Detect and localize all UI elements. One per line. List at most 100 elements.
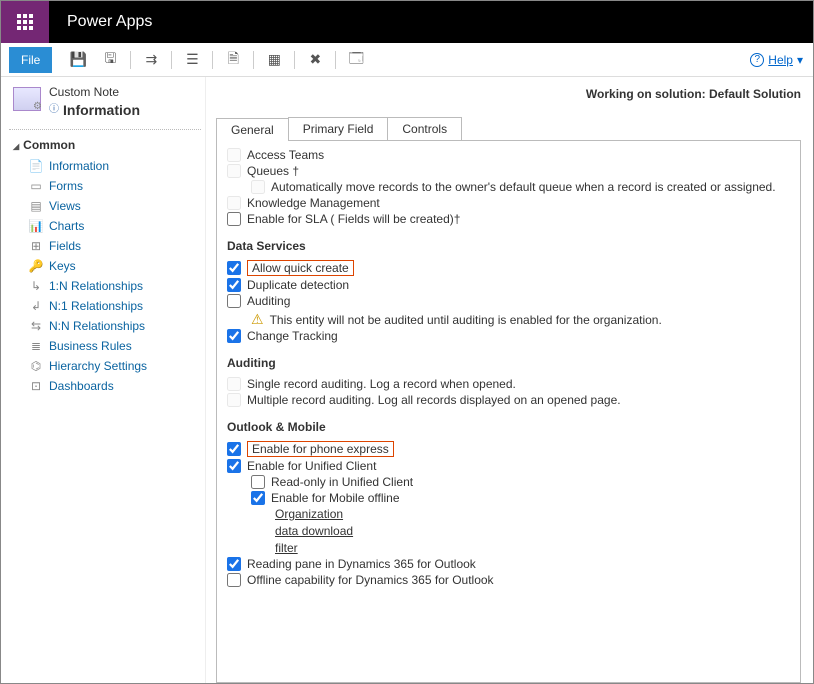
toolbar: File 💾 🖫 ⇉ ☰ 🗎 ▦ ✖ 🗔 ? Help ▾ [1, 43, 813, 77]
grid-icon[interactable]: ▦ [262, 48, 286, 72]
single-audit-label: Single record auditing. Log a record whe… [247, 377, 516, 391]
tree-item-business-rules[interactable]: ≣Business Rules [9, 336, 201, 356]
queues-label: Queues † [247, 164, 299, 178]
publish-icon[interactable]: ⇉ [139, 48, 163, 72]
phone-express-checkbox[interactable] [227, 442, 241, 456]
access-teams-checkbox[interactable] [227, 148, 241, 162]
data-download-link[interactable]: data download [275, 523, 790, 540]
warning-icon: ⚠ [251, 311, 264, 328]
tree-item-views[interactable]: ▤ Views [9, 196, 201, 216]
tree-item-fields[interactable]: ⊞Fields [9, 236, 201, 256]
org-link[interactable]: Organization [275, 506, 790, 523]
tree-item-1-n-relationships[interactable]: ↳ 1:N Relationships [9, 276, 201, 296]
sla-checkbox[interactable] [227, 212, 241, 226]
change-track-checkbox[interactable] [227, 329, 241, 343]
multi-audit-label: Multiple record auditing. Log all record… [247, 393, 621, 407]
section-auditing: Auditing [227, 356, 790, 370]
change-track-label: Change Tracking [247, 329, 338, 343]
save-icon[interactable]: 💾 [66, 48, 90, 72]
readonly-uc-label: Read-only in Unified Client [271, 475, 413, 489]
tree-item-n-1-relationships[interactable]: ↲ N:1 Relationships [9, 296, 201, 316]
tree-item-hierarchy-settings[interactable]: ⌬Hierarchy Settings [9, 356, 201, 376]
auditing-checkbox[interactable] [227, 294, 241, 308]
tree-item-label: Charts [49, 219, 84, 233]
tree-item-label: Views [49, 199, 81, 213]
km-checkbox[interactable] [227, 196, 241, 210]
app-title: Power Apps [67, 13, 152, 31]
save-close-icon[interactable]: 🖫 [98, 48, 122, 72]
phone-express-label: Enable for phone express [247, 441, 394, 457]
tree-item-label: 1:N Relationships [49, 279, 143, 293]
info-icon: ⓘ [49, 103, 59, 116]
tree-item-icon: ↲ [29, 299, 43, 313]
file-button[interactable]: File [9, 47, 52, 73]
tree-item-label: N:1 Relationships [49, 299, 143, 313]
separator [171, 51, 172, 69]
waffle-button[interactable] [1, 1, 49, 43]
tree-item-icon: ⇆ [29, 319, 43, 333]
tree-item-icon: 📊 [29, 219, 43, 233]
tree-item-label: Hierarchy Settings [49, 359, 147, 373]
tree-item-icon: ▭ [29, 179, 43, 193]
show-dep-icon[interactable]: ☰ [180, 48, 204, 72]
working-on-label: Working on solution: Default Solution [216, 87, 801, 101]
tree-item-label: Information [49, 159, 109, 173]
section-data-services: Data Services [227, 239, 790, 253]
tab-primary-field[interactable]: Primary Field [288, 117, 389, 140]
tree-item-icon: 📄 [29, 159, 43, 173]
reading-pane-label: Reading pane in Dynamics 365 for Outlook [247, 557, 476, 571]
queues-checkbox[interactable] [227, 164, 241, 178]
separator [253, 51, 254, 69]
unified-client-label: Enable for Unified Client [247, 459, 376, 473]
tab-controls[interactable]: Controls [387, 117, 462, 140]
entity-subtitle: Information [63, 101, 140, 119]
readonly-uc-checkbox[interactable] [251, 475, 265, 489]
km-label: Knowledge Management [247, 196, 380, 210]
update-icons-icon[interactable]: 🗔 [344, 48, 368, 72]
tree-item-keys[interactable]: 🔑Keys [9, 256, 201, 276]
separator [335, 51, 336, 69]
separator [294, 51, 295, 69]
tree-item-dashboards[interactable]: ⊡Dashboards [9, 376, 201, 396]
quick-create-checkbox[interactable] [227, 261, 241, 275]
single-audit-checkbox[interactable] [227, 377, 241, 391]
entity-icon [13, 87, 41, 111]
offline-cap-checkbox[interactable] [227, 573, 241, 587]
tree-item-label: Business Rules [49, 339, 132, 353]
entity-header: Custom Note ⓘ Information [9, 85, 201, 119]
tree-item-icon: ↳ [29, 279, 43, 293]
tree-item-forms[interactable]: ▭Forms [9, 176, 201, 196]
right-panel: Working on solution: Default Solution Ge… [205, 77, 813, 683]
audit-warning: ⚠This entity will not be audited until a… [227, 311, 790, 328]
mobile-offline-checkbox[interactable] [251, 491, 265, 505]
tab-general[interactable]: General [216, 118, 289, 141]
chevron-down-icon: ▾ [797, 53, 803, 67]
app-header: Power Apps [1, 1, 813, 43]
mobile-offline-label: Enable for Mobile offline [271, 491, 400, 505]
dup-label: Duplicate detection [247, 278, 349, 292]
sla-label: Enable for SLA ( Fields will be created)… [247, 212, 460, 226]
managed-props-icon[interactable]: 🗎 [221, 48, 245, 72]
unified-client-checkbox[interactable] [227, 459, 241, 473]
multi-audit-checkbox[interactable] [227, 393, 241, 407]
help-link[interactable]: ? Help ▾ [750, 53, 803, 67]
tree-item-n-n-relationships[interactable]: ⇆N:N Relationships [9, 316, 201, 336]
queues-auto-label: Automatically move records to the owner'… [271, 180, 776, 194]
reading-pane-checkbox[interactable] [227, 557, 241, 571]
tree-item-charts[interactable]: 📊 Charts [9, 216, 201, 236]
tree-item-icon: ▤ [29, 199, 43, 213]
tree-item-icon: ⊞ [29, 239, 43, 253]
tab-body: Access Teams Queues † Automatically move… [216, 141, 801, 683]
waffle-icon [17, 14, 33, 30]
separator [130, 51, 131, 69]
dup-checkbox[interactable] [227, 278, 241, 292]
delete-icon[interactable]: ✖ [303, 48, 327, 72]
help-icon: ? [750, 53, 764, 67]
queues-auto-checkbox[interactable] [251, 180, 265, 194]
tree-item-information[interactable]: 📄 Information [9, 156, 201, 176]
filter-link[interactable]: filter [275, 540, 790, 557]
tree-section-common[interactable]: Common [9, 134, 201, 156]
access-teams-label: Access Teams [247, 148, 324, 162]
tab-strip: General Primary Field Controls [216, 117, 801, 141]
tree-item-icon: 🔑 [29, 259, 43, 273]
